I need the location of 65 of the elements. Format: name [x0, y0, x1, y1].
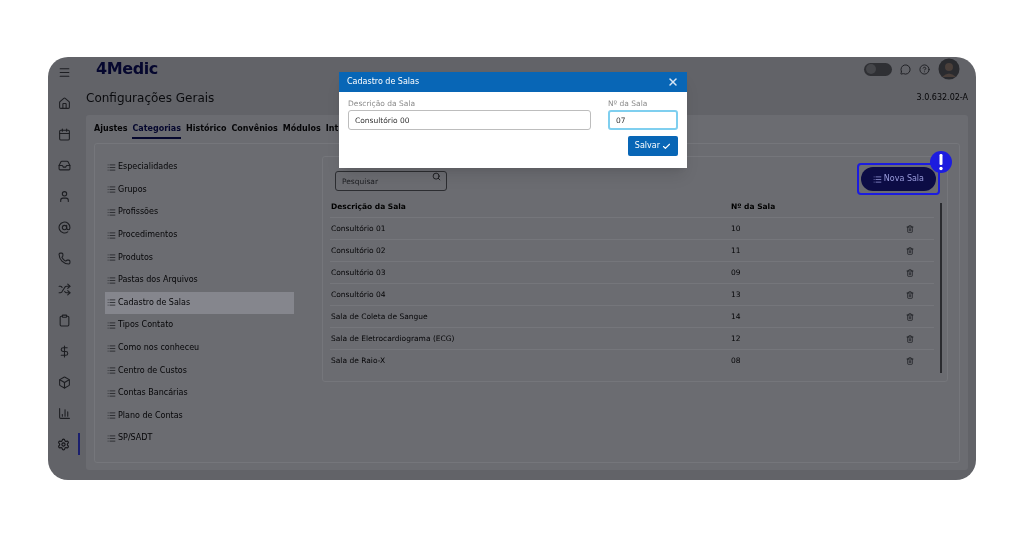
logo: 4Medic: [96, 58, 158, 80]
inbox-icon: [57, 158, 71, 172]
search-icon: [432, 172, 441, 182]
list-icon: [107, 433, 116, 443]
category-item[interactable]: Especialidades: [105, 156, 294, 179]
trash-icon[interactable]: [906, 356, 914, 365]
bar-chart-icon: [57, 406, 71, 420]
avatar[interactable]: [938, 58, 960, 80]
list-icon: [107, 230, 116, 240]
menu-icon: [57, 65, 71, 79]
clipboard-icon: [57, 313, 71, 327]
list-icon: [107, 366, 116, 376]
list-icon: [107, 185, 116, 195]
category-item[interactable]: Profissões: [105, 201, 294, 224]
at-sign-icon: [57, 220, 71, 234]
list-icon: [107, 298, 116, 308]
tab[interactable]: Categorias: [132, 123, 181, 139]
list-icon: [872, 174, 882, 184]
trash-icon[interactable]: [906, 334, 914, 343]
trash-icon[interactable]: [906, 246, 914, 255]
dialog-title: Cadastro de Salas: [347, 76, 420, 88]
category-item[interactable]: Como nos conheceu: [105, 336, 294, 360]
category-item[interactable]: Procedimentos: [105, 223, 294, 247]
tab[interactable]: Histórico: [186, 123, 227, 139]
theme-toggle[interactable]: [864, 62, 892, 76]
list-icon: [107, 320, 116, 330]
list-icon: [107, 253, 116, 263]
shuffle-icon: [57, 282, 71, 296]
list-icon: [107, 162, 116, 172]
save-button[interactable]: Salvar: [627, 136, 678, 157]
list-icon: [107, 411, 116, 421]
category-item[interactable]: Cadastro de Salas: [105, 291, 294, 315]
trash-icon[interactable]: [906, 224, 914, 233]
list-icon: [107, 275, 116, 285]
trash-icon[interactable]: [906, 268, 914, 277]
list-icon: [107, 343, 116, 353]
new-room-button[interactable]: Nova Sala: [860, 167, 936, 191]
list-icon: [107, 208, 116, 217]
check-icon: [662, 141, 671, 151]
category-item[interactable]: Contas Bancárias: [105, 381, 294, 405]
help-icon[interactable]: [919, 63, 930, 75]
close-icon[interactable]: [667, 76, 679, 88]
tab[interactable]: Int: [325, 123, 339, 139]
trash-icon[interactable]: [906, 312, 914, 321]
chat-icon[interactable]: [900, 63, 911, 75]
trash-icon[interactable]: [906, 290, 914, 299]
calendar-icon: [57, 127, 71, 141]
category-item[interactable]: Grupos: [105, 178, 294, 202]
category-item[interactable]: Plano de Contas: [105, 404, 294, 428]
page-title: Configurações Gerais: [86, 90, 215, 107]
user-icon: [57, 189, 71, 203]
phone-icon: [57, 251, 71, 265]
category-item[interactable]: SP/SADT: [105, 427, 294, 450]
version-label: 3.0.632.02-A: [916, 92, 968, 104]
home-icon: [57, 96, 71, 110]
box-icon: [57, 375, 71, 389]
settings-icon: [56, 437, 70, 451]
category-item[interactable]: Tipos Contato: [105, 314, 294, 337]
category-item[interactable]: Centro de Custos: [105, 359, 294, 382]
category-item[interactable]: Pastas dos Arquivos: [105, 268, 294, 292]
tab[interactable]: Ajustes: [94, 123, 128, 139]
tab[interactable]: Módulos: [282, 123, 321, 139]
list-icon: [107, 388, 116, 398]
tab[interactable]: Convênios: [231, 123, 278, 139]
category-item[interactable]: Produtos: [105, 246, 294, 269]
